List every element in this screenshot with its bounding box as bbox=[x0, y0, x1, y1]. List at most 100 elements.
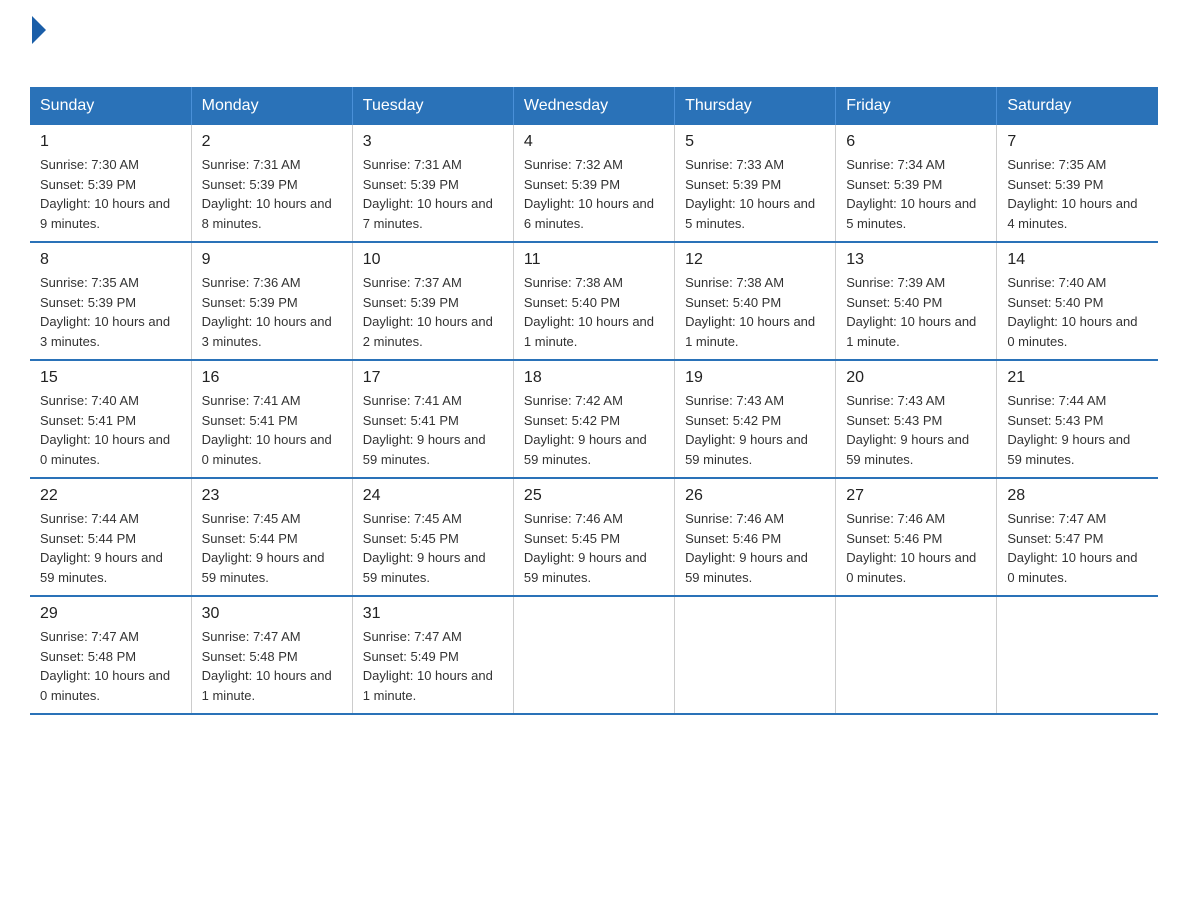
day-info: Sunrise: 7:33 AMSunset: 5:39 PMDaylight:… bbox=[685, 155, 825, 233]
calendar-cell: 6 Sunrise: 7:34 AMSunset: 5:39 PMDaylight… bbox=[836, 125, 997, 242]
calendar-cell: 29Sunrise: 7:47 AMSunset: 5:48 PMDayligh… bbox=[30, 596, 191, 714]
day-number: 6 bbox=[846, 133, 986, 151]
calendar-cell: 17 Sunrise: 7:41 AMSunset: 5:41 PMDayligh… bbox=[352, 360, 513, 478]
day-info: Sunrise: 7:47 AMSunset: 5:48 PMDaylight:… bbox=[202, 627, 342, 705]
day-info: Sunrise: 7:41 AMSunset: 5:41 PMDaylight:… bbox=[363, 391, 503, 469]
day-number: 11 bbox=[524, 251, 664, 269]
calendar-cell: 4 Sunrise: 7:32 AMSunset: 5:39 PMDaylight… bbox=[513, 125, 674, 242]
calendar-cell: 20Sunrise: 7:43 AMSunset: 5:43 PMDayligh… bbox=[836, 360, 997, 478]
calendar-cell bbox=[513, 596, 674, 714]
calendar-cell: 8Sunrise: 7:35 AMSunset: 5:39 PMDaylight… bbox=[30, 242, 191, 360]
day-number: 28 bbox=[1007, 487, 1148, 505]
header-day-friday: Friday bbox=[836, 87, 997, 125]
day-info: Sunrise: 7:44 AMSunset: 5:43 PMDaylight:… bbox=[1007, 391, 1148, 469]
day-info: Sunrise: 7:46 AMSunset: 5:46 PMDaylight:… bbox=[846, 509, 986, 587]
calendar-cell: 31 Sunrise: 7:47 AMSunset: 5:49 PMDayligh… bbox=[352, 596, 513, 714]
calendar-week-row: 29Sunrise: 7:47 AMSunset: 5:48 PMDayligh… bbox=[30, 596, 1158, 714]
day-info: Sunrise: 7:32 AMSunset: 5:39 PMDaylight:… bbox=[524, 155, 664, 233]
day-info: Sunrise: 7:41 AMSunset: 5:41 PMDaylight:… bbox=[202, 391, 342, 469]
calendar-cell bbox=[836, 596, 997, 714]
day-number: 2 bbox=[202, 133, 342, 151]
calendar-cell bbox=[675, 596, 836, 714]
calendar-cell: 30 Sunrise: 7:47 AMSunset: 5:48 PMDayligh… bbox=[191, 596, 352, 714]
day-number: 26 bbox=[685, 487, 825, 505]
day-number: 31 bbox=[363, 605, 503, 623]
day-info: Sunrise: 7:35 AMSunset: 5:39 PMDaylight:… bbox=[1007, 155, 1148, 233]
calendar-cell: 11 Sunrise: 7:38 AMSunset: 5:40 PMDayligh… bbox=[513, 242, 674, 360]
day-info: Sunrise: 7:40 AMSunset: 5:40 PMDaylight:… bbox=[1007, 273, 1148, 351]
day-number: 15 bbox=[40, 369, 181, 387]
day-number: 12 bbox=[685, 251, 825, 269]
day-info: Sunrise: 7:39 AMSunset: 5:40 PMDaylight:… bbox=[846, 273, 986, 351]
header bbox=[30, 20, 1158, 69]
calendar-cell: 18 Sunrise: 7:42 AMSunset: 5:42 PMDayligh… bbox=[513, 360, 674, 478]
calendar-cell: 9Sunrise: 7:36 AMSunset: 5:39 PMDaylight… bbox=[191, 242, 352, 360]
calendar-cell: 19Sunrise: 7:43 AMSunset: 5:42 PMDayligh… bbox=[675, 360, 836, 478]
day-number: 10 bbox=[363, 251, 503, 269]
day-number: 16 bbox=[202, 369, 342, 387]
day-info: Sunrise: 7:45 AMSunset: 5:45 PMDaylight:… bbox=[363, 509, 503, 587]
calendar-cell: 25Sunrise: 7:46 AMSunset: 5:45 PMDayligh… bbox=[513, 478, 674, 596]
day-number: 18 bbox=[524, 369, 664, 387]
calendar-cell: 12 Sunrise: 7:38 AMSunset: 5:40 PMDayligh… bbox=[675, 242, 836, 360]
day-number: 7 bbox=[1007, 133, 1148, 151]
calendar-cell: 5 Sunrise: 7:33 AMSunset: 5:39 PMDaylight… bbox=[675, 125, 836, 242]
day-number: 24 bbox=[363, 487, 503, 505]
day-info: Sunrise: 7:34 AMSunset: 5:39 PMDaylight:… bbox=[846, 155, 986, 233]
calendar-cell: 27 Sunrise: 7:46 AMSunset: 5:46 PMDayligh… bbox=[836, 478, 997, 596]
header-day-monday: Monday bbox=[191, 87, 352, 125]
calendar-cell: 26 Sunrise: 7:46 AMSunset: 5:46 PMDayligh… bbox=[675, 478, 836, 596]
header-day-wednesday: Wednesday bbox=[513, 87, 674, 125]
calendar-week-row: 8Sunrise: 7:35 AMSunset: 5:39 PMDaylight… bbox=[30, 242, 1158, 360]
calendar-week-row: 1Sunrise: 7:30 AMSunset: 5:39 PMDaylight… bbox=[30, 125, 1158, 242]
day-number: 8 bbox=[40, 251, 181, 269]
day-number: 27 bbox=[846, 487, 986, 505]
day-number: 30 bbox=[202, 605, 342, 623]
day-info: Sunrise: 7:30 AMSunset: 5:39 PMDaylight:… bbox=[40, 155, 181, 233]
calendar-cell: 7 Sunrise: 7:35 AMSunset: 5:39 PMDaylight… bbox=[997, 125, 1158, 242]
day-number: 5 bbox=[685, 133, 825, 151]
calendar-cell: 13 Sunrise: 7:39 AMSunset: 5:40 PMDayligh… bbox=[836, 242, 997, 360]
day-info: Sunrise: 7:43 AMSunset: 5:42 PMDaylight:… bbox=[685, 391, 825, 469]
logo bbox=[30, 20, 46, 69]
day-number: 22 bbox=[40, 487, 181, 505]
calendar-cell: 1Sunrise: 7:30 AMSunset: 5:39 PMDaylight… bbox=[30, 125, 191, 242]
day-number: 17 bbox=[363, 369, 503, 387]
calendar-cell: 2 Sunrise: 7:31 AMSunset: 5:39 PMDaylight… bbox=[191, 125, 352, 242]
header-day-saturday: Saturday bbox=[997, 87, 1158, 125]
day-info: Sunrise: 7:31 AMSunset: 5:39 PMDaylight:… bbox=[363, 155, 503, 233]
calendar-week-row: 22 Sunrise: 7:44 AMSunset: 5:44 PMDayligh… bbox=[30, 478, 1158, 596]
day-info: Sunrise: 7:31 AMSunset: 5:39 PMDaylight:… bbox=[202, 155, 342, 233]
day-info: Sunrise: 7:42 AMSunset: 5:42 PMDaylight:… bbox=[524, 391, 664, 469]
calendar-cell: 10Sunrise: 7:37 AMSunset: 5:39 PMDayligh… bbox=[352, 242, 513, 360]
day-number: 21 bbox=[1007, 369, 1148, 387]
header-day-tuesday: Tuesday bbox=[352, 87, 513, 125]
day-number: 20 bbox=[846, 369, 986, 387]
day-info: Sunrise: 7:47 AMSunset: 5:48 PMDaylight:… bbox=[40, 627, 181, 705]
day-info: Sunrise: 7:47 AMSunset: 5:49 PMDaylight:… bbox=[363, 627, 503, 705]
day-info: Sunrise: 7:38 AMSunset: 5:40 PMDaylight:… bbox=[524, 273, 664, 351]
calendar-cell: 14Sunrise: 7:40 AMSunset: 5:40 PMDayligh… bbox=[997, 242, 1158, 360]
day-info: Sunrise: 7:40 AMSunset: 5:41 PMDaylight:… bbox=[40, 391, 181, 469]
calendar-cell: 16 Sunrise: 7:41 AMSunset: 5:41 PMDayligh… bbox=[191, 360, 352, 478]
calendar-cell: 21 Sunrise: 7:44 AMSunset: 5:43 PMDayligh… bbox=[997, 360, 1158, 478]
calendar-cell: 24 Sunrise: 7:45 AMSunset: 5:45 PMDayligh… bbox=[352, 478, 513, 596]
header-day-sunday: Sunday bbox=[30, 87, 191, 125]
day-number: 3 bbox=[363, 133, 503, 151]
day-number: 23 bbox=[202, 487, 342, 505]
day-info: Sunrise: 7:46 AMSunset: 5:45 PMDaylight:… bbox=[524, 509, 664, 587]
day-number: 13 bbox=[846, 251, 986, 269]
day-info: Sunrise: 7:38 AMSunset: 5:40 PMDaylight:… bbox=[685, 273, 825, 351]
day-info: Sunrise: 7:45 AMSunset: 5:44 PMDaylight:… bbox=[202, 509, 342, 587]
calendar-cell: 23 Sunrise: 7:45 AMSunset: 5:44 PMDayligh… bbox=[191, 478, 352, 596]
calendar-cell: 28 Sunrise: 7:47 AMSunset: 5:47 PMDayligh… bbox=[997, 478, 1158, 596]
day-number: 9 bbox=[202, 251, 342, 269]
day-info: Sunrise: 7:44 AMSunset: 5:44 PMDaylight:… bbox=[40, 509, 181, 587]
day-number: 4 bbox=[524, 133, 664, 151]
calendar-table: SundayMondayTuesdayWednesdayThursdayFrid… bbox=[30, 87, 1158, 715]
day-info: Sunrise: 7:46 AMSunset: 5:46 PMDaylight:… bbox=[685, 509, 825, 587]
day-info: Sunrise: 7:47 AMSunset: 5:47 PMDaylight:… bbox=[1007, 509, 1148, 587]
calendar-cell bbox=[997, 596, 1158, 714]
calendar-header-row: SundayMondayTuesdayWednesdayThursdayFrid… bbox=[30, 87, 1158, 125]
calendar-cell: 3 Sunrise: 7:31 AMSunset: 5:39 PMDaylight… bbox=[352, 125, 513, 242]
